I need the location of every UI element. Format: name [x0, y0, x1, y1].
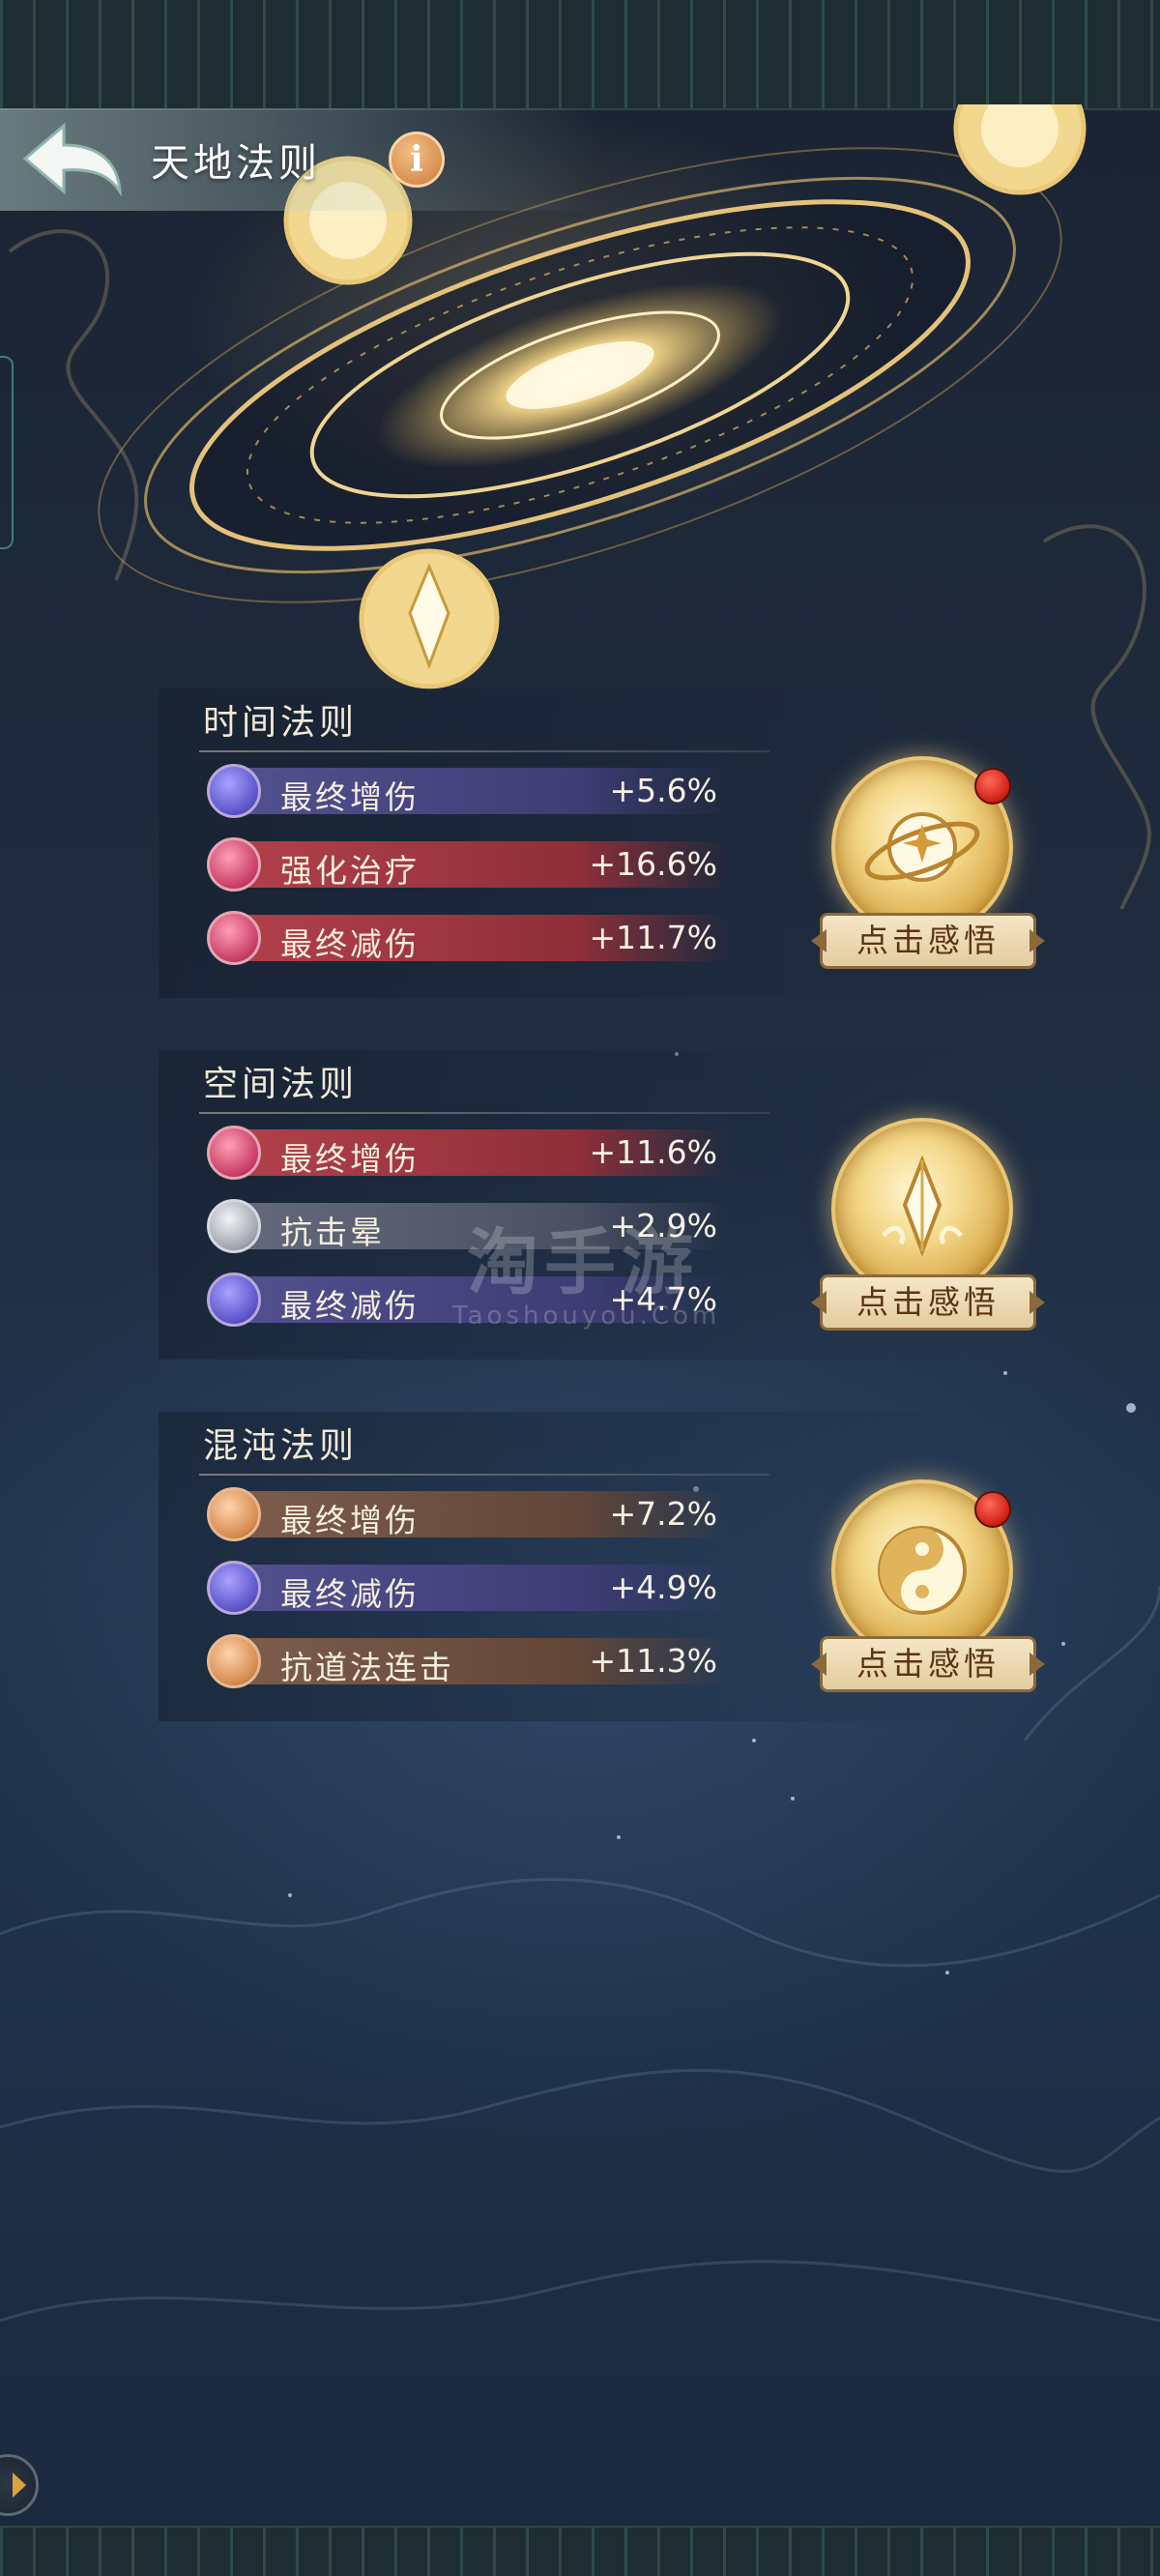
- stat-orb-icon: [207, 1561, 261, 1615]
- stat-label: 最终减伤: [280, 925, 420, 963]
- stat-label: 抗道法连击: [280, 1649, 454, 1686]
- time-law-icon: [864, 812, 980, 882]
- stat-value: +7.2%: [609, 1495, 718, 1533]
- section-chaos-law: 混沌法则 最终增伤 +7.2% 最终减伤 +4.9% 抗道法连击 +11.3%: [159, 1412, 1036, 1721]
- stat-label: 最终增伤: [280, 778, 420, 816]
- section-divider: [199, 1474, 769, 1476]
- page-title: 天地法则: [151, 141, 321, 186]
- stat-row: 最终增伤 +7.2%: [207, 1487, 748, 1541]
- notification-dot: [974, 768, 1011, 805]
- stat-orb-icon: [207, 837, 261, 892]
- stat-label: 最终增伤: [280, 1502, 420, 1539]
- comprehend-button[interactable]: 点击感悟: [820, 1274, 1036, 1331]
- stat-value: +5.6%: [609, 772, 718, 809]
- stat-label: 最终增伤: [280, 1140, 420, 1178]
- stat-orb-icon: [207, 764, 261, 818]
- stat-value: +4.9%: [609, 1568, 718, 1606]
- stat-value: +11.6%: [589, 1133, 717, 1171]
- section-divider: [199, 1112, 769, 1114]
- stat-row: 最终减伤 +11.7%: [207, 911, 748, 965]
- stat-row: 强化治疗 +16.6%: [207, 837, 748, 892]
- stat-orb-icon: [207, 1199, 261, 1253]
- stat-row: 最终增伤 +5.6%: [207, 764, 748, 818]
- law-screen: 天地法则 i 时间法则 最终增伤 +5.6% 强化治疗 +16.6% 最终减伤 …: [0, 0, 1160, 2576]
- info-icon[interactable]: i: [389, 132, 445, 188]
- comprehend-button[interactable]: 点击感悟: [820, 913, 1036, 969]
- side-tab-handle[interactable]: [0, 356, 14, 549]
- stat-value: +16.6%: [589, 845, 717, 883]
- section-title: 混沌法则: [203, 1426, 359, 1466]
- stat-value: +11.3%: [589, 1642, 717, 1680]
- notification-dot: [974, 1491, 1011, 1528]
- stat-orb-icon: [207, 1126, 261, 1180]
- stat-orb-icon: [207, 1273, 261, 1327]
- section-title: 时间法则: [203, 703, 359, 743]
- comprehend-button[interactable]: 点击感悟: [820, 1636, 1036, 1692]
- space-law-icon: [882, 1155, 963, 1257]
- stat-label: 最终减伤: [280, 1287, 420, 1325]
- chaos-law-icon: [878, 1526, 967, 1615]
- stat-label: 强化治疗: [280, 852, 420, 890]
- stat-label: 抗击晕: [280, 1214, 385, 1251]
- watermark-main: 淘手游: [467, 1221, 699, 1304]
- play-triangle-icon: [13, 2473, 26, 2498]
- section-time-law: 时间法则 最终增伤 +5.6% 强化治疗 +16.6% 最终减伤 +11.7%: [159, 688, 1036, 998]
- stat-row: 最终增伤 +11.6%: [207, 1126, 748, 1180]
- stat-orb-icon: [207, 1487, 261, 1541]
- watermark: 淘手游 Taoshouyou.Com: [452, 1221, 721, 1331]
- stat-value: +11.7%: [589, 919, 717, 956]
- stat-row: 抗道法连击 +11.3%: [207, 1634, 748, 1688]
- stat-orb-icon: [207, 911, 261, 965]
- header-bar: 天地法则: [0, 108, 599, 211]
- stat-orb-icon: [207, 1634, 261, 1688]
- stat-label: 最终减伤: [280, 1575, 420, 1613]
- bottom-decorative-band: [0, 2526, 1160, 2576]
- back-arrow-icon[interactable]: [21, 120, 124, 197]
- stat-row: 最终减伤 +4.9%: [207, 1561, 748, 1615]
- expand-arrow-icon[interactable]: [0, 2454, 39, 2516]
- section-divider: [199, 750, 769, 752]
- section-title: 空间法则: [203, 1065, 359, 1104]
- watermark-sub: Taoshouyou.Com: [452, 1302, 721, 1331]
